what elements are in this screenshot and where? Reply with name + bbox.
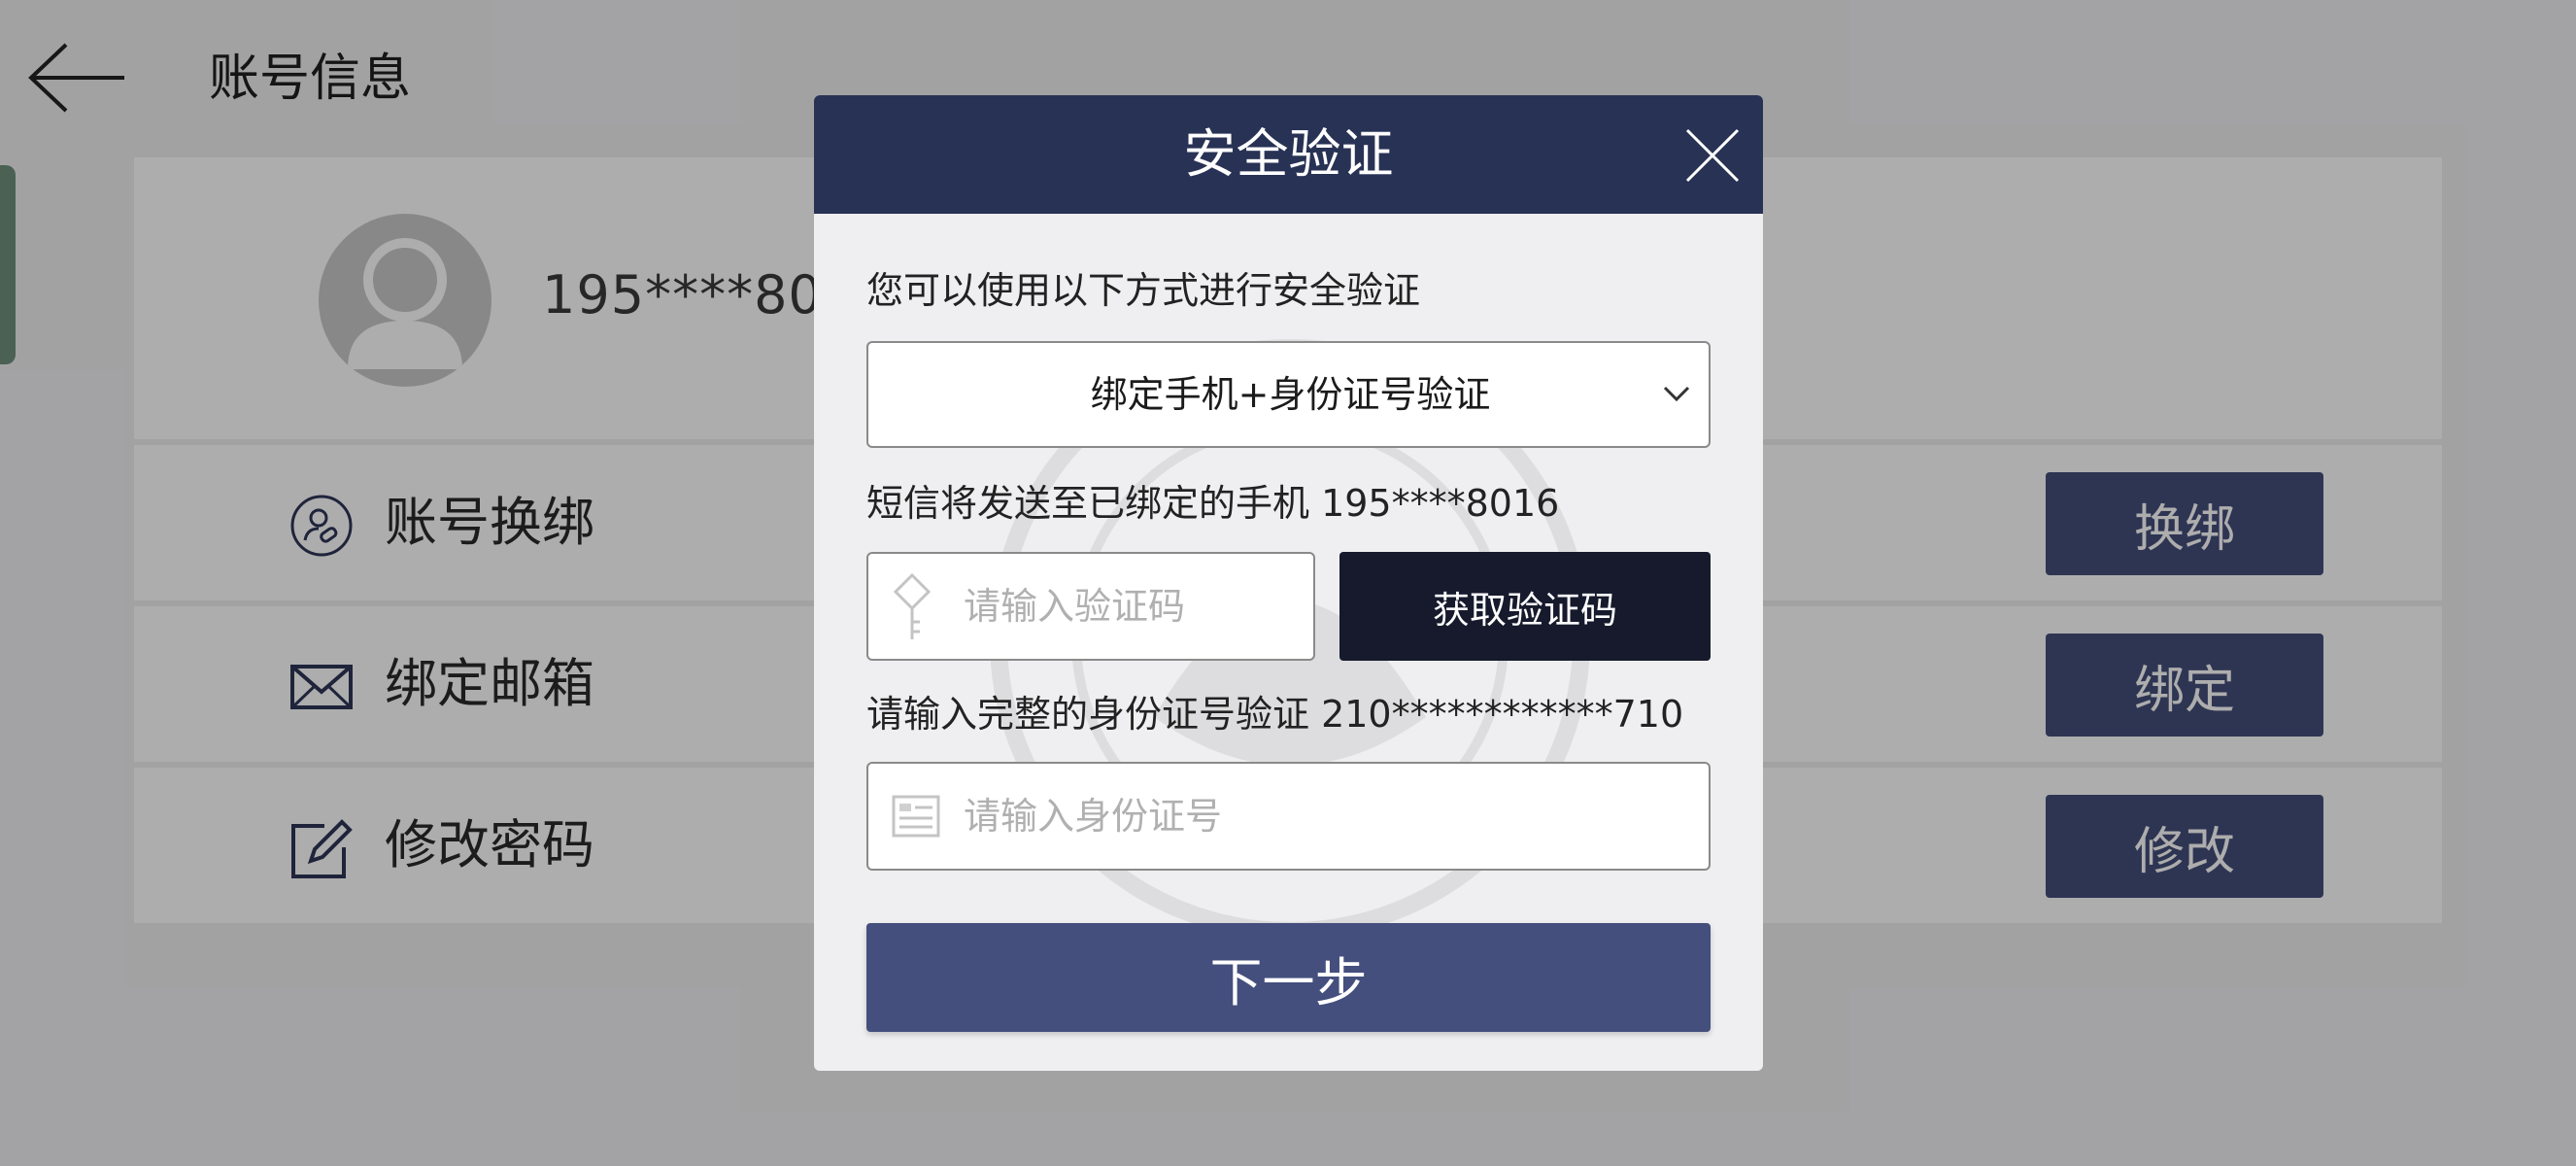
id-number-input[interactable]: 请输入身份证号 [866, 762, 1711, 871]
key-icon [893, 572, 932, 639]
id-placeholder: 请输入身份证号 [964, 795, 1223, 838]
chevron-down-icon [1663, 386, 1690, 402]
get-code-button[interactable]: 获取验证码 [1339, 552, 1711, 661]
code-placeholder: 请输入验证码 [964, 585, 1186, 628]
close-button[interactable] [1685, 128, 1740, 183]
id-card-icon [892, 795, 940, 838]
close-icon [1685, 128, 1740, 183]
verification-method-select[interactable]: 绑定手机+身份证号验证 [866, 341, 1711, 448]
selected-method: 绑定手机+身份证号验证 [1090, 373, 1491, 416]
verification-code-input[interactable]: 请输入验证码 [866, 552, 1315, 661]
id-note: 请输入完整的身份证号验证 210************710 [866, 693, 1684, 736]
next-step-button[interactable]: 下一步 [866, 923, 1711, 1032]
sms-note: 短信将发送至已绑定的手机 195****8016 [866, 482, 1560, 525]
dialog-title: 安全验证 [1183, 123, 1394, 185]
security-verification-dialog: 安全验证 您可以使用以下方式进行安全验证 绑定手机+身份证号验证 短信将发送至已… [814, 95, 1763, 1071]
dialog-header: 安全验证 [814, 95, 1763, 214]
verification-intro: 您可以使用以下方式进行安全验证 [866, 269, 1421, 312]
